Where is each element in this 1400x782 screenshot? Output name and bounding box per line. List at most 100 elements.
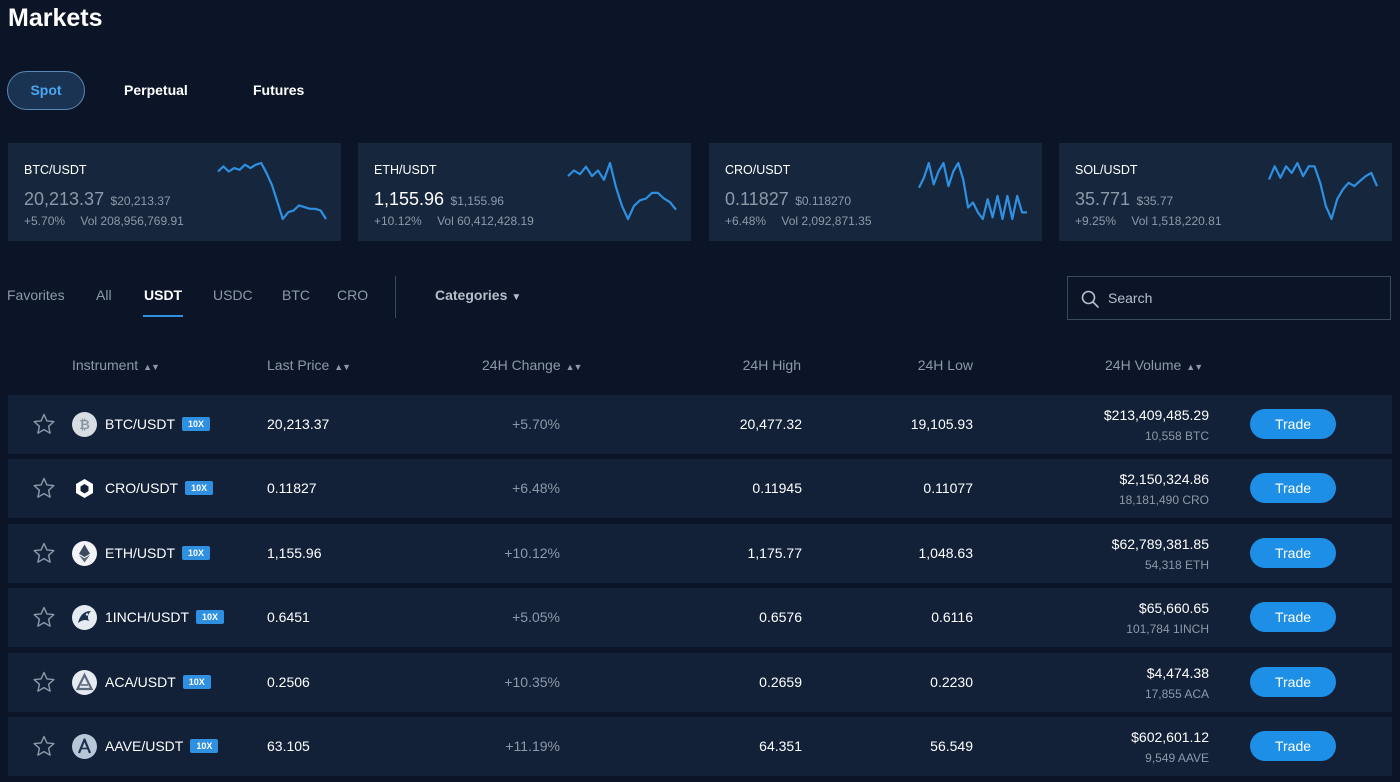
leverage-badge: 10X (182, 546, 211, 560)
sort-icon: ▲▼ (565, 362, 583, 372)
change-24h: +10.35% (504, 674, 560, 690)
leverage-badge: 10X (185, 481, 214, 495)
sparkline-path (567, 161, 677, 221)
instrument-name: ACA/USDT 10X (105, 674, 211, 690)
star-icon[interactable] (32, 412, 56, 436)
column-header-24h-low: 24H Low (917, 357, 973, 373)
instrument-label: ACA/USDT (105, 674, 176, 690)
low-24h: 19,105.93 (910, 416, 973, 432)
filter-tab-usdc[interactable]: USDC (213, 287, 253, 303)
ticker-stats: +9.25% Vol 1,518,220.81 (1075, 214, 1222, 228)
cronos-icon (72, 476, 97, 501)
filter-tab-all[interactable]: All (96, 287, 112, 303)
instrument-label: AAVE/USDT (105, 738, 184, 754)
trade-button[interactable]: Trade (1250, 731, 1336, 761)
high-24h: 20,477.32 (739, 416, 802, 432)
column-header-last-price[interactable]: Last Price ▲▼ (267, 357, 351, 373)
search-box[interactable] (1067, 276, 1391, 320)
ticker-volume-label: Vol (781, 214, 799, 228)
instrument-label: 1INCH/USDT (105, 609, 190, 625)
header-label: Instrument (72, 357, 139, 373)
ticker-price: 1,155.96 (374, 189, 445, 209)
last-price: 0.2506 (267, 674, 310, 690)
star-icon[interactable] (32, 476, 56, 500)
tab-futures[interactable]: Futures (253, 71, 304, 110)
ticker-card-sol[interactable]: SOL/USDT 35.771 $35.77 +9.25% Vol 1,518,… (1059, 143, 1392, 241)
tab-spot[interactable]: Spot (7, 71, 85, 110)
header-label: Last Price (267, 357, 330, 373)
svg-text:₿: ₿ (79, 418, 90, 433)
column-header-24h-high: 24H High (742, 357, 801, 373)
change-24h: +5.70% (512, 416, 560, 432)
ticker-change: +9.25% (1075, 214, 1117, 228)
ticker-volume: 208,956,769.91 (100, 214, 184, 228)
ticker-price-row: 20,213.37 $20,213.37 (24, 189, 171, 210)
ticker-pair: BTC/USDT (24, 163, 87, 177)
star-icon[interactable] (32, 541, 56, 565)
column-header-24h-volume[interactable]: 24H Volume ▲▼ (1105, 357, 1203, 373)
volume-usd: $65,660.65 (1138, 600, 1209, 616)
star-icon[interactable] (32, 605, 56, 629)
low-24h: 0.11077 (923, 480, 973, 496)
instrument-label: BTC/USDT (105, 416, 175, 432)
volume-usd: $213,409,485.29 (1103, 407, 1209, 423)
instrument-name: BTC/USDT 10X (105, 416, 211, 432)
ticker-price-row: 35.771 $35.77 (1075, 189, 1173, 210)
volume-base: 10,558 BTC (1144, 429, 1209, 443)
trade-button[interactable]: Trade (1250, 602, 1336, 632)
search-input[interactable] (1108, 277, 1378, 319)
trade-button[interactable]: Trade (1250, 538, 1336, 568)
ticker-price: 20,213.37 (24, 189, 105, 209)
volume-base: 9,549 AAVE (1145, 751, 1209, 765)
ticker-pair: CRO/USDT (725, 163, 791, 177)
column-header-24h-change[interactable]: 24H Change ▲▼ (482, 357, 583, 373)
sparkline-path (918, 161, 1027, 221)
instrument-name: 1INCH/USDT 10X (105, 609, 225, 625)
tab-perpetual[interactable]: Perpetual (124, 71, 188, 110)
ticker-volume-label: Vol (1131, 214, 1149, 228)
instrument-name: ETH/USDT 10X (105, 545, 211, 561)
ticker-volume: 60,412,428.19 (457, 214, 534, 228)
page-title: Markets (8, 4, 103, 32)
column-header-instrument[interactable]: Instrument ▲▼ (72, 357, 160, 373)
instrument-label: ETH/USDT (105, 545, 175, 561)
volume-usd: $4,474.38 (1146, 665, 1209, 681)
table-row[interactable]: ETH/USDT 10X 1,155.96 +10.12% 1,175.77 1,… (8, 524, 1392, 583)
instrument-label: CRO/USDT (105, 480, 179, 496)
ticker-card-eth[interactable]: ETH/USDT 1,155.96 $1,155.96 +10.12% Vol … (358, 143, 691, 241)
table-row[interactable]: 1INCH/USDT 10X 0.6451 +5.05% 0.6576 0.611… (8, 588, 1392, 647)
ticker-card-btc[interactable]: BTC/USDT 20,213.37 $20,213.37 +5.70% Vol… (8, 143, 341, 241)
table-row[interactable]: AAVE/USDT 10X 63.105 +11.19% 64.351 56.54… (8, 717, 1392, 776)
leverage-badge: 10X (182, 675, 211, 689)
filter-tab-cro[interactable]: CRO (337, 287, 368, 303)
filter-tab-usdt[interactable]: USDT (144, 287, 182, 303)
filter-tab-btc[interactable]: BTC (282, 287, 310, 303)
table-row[interactable]: ₿ BTC/USDT 10X 20,213.37 +5.70% 20,477.32… (8, 395, 1392, 454)
trade-button[interactable]: Trade (1250, 473, 1336, 503)
trade-button[interactable]: Trade (1250, 409, 1336, 439)
trade-button[interactable]: Trade (1250, 667, 1336, 697)
table-row[interactable]: ACA/USDT 10X 0.2506 +10.35% 0.2659 0.2230… (8, 653, 1392, 712)
high-24h: 64.351 (759, 738, 802, 754)
instrument-name: CRO/USDT 10X (105, 480, 214, 496)
high-24h: 0.6576 (759, 609, 802, 625)
ticker-volume-label: Vol (437, 214, 454, 228)
volume-base: 101,784 1INCH (1126, 622, 1209, 636)
volume-usd: $602,601.12 (1131, 729, 1209, 745)
last-price: 63.105 (267, 738, 310, 754)
table-row[interactable]: CRO/USDT 10X 0.11827 +6.48% 0.11945 0.110… (8, 459, 1392, 518)
bitcoin-icon: ₿ (72, 412, 97, 437)
filter-tab-favorites[interactable]: Favorites (7, 287, 65, 303)
active-tab-underline (143, 315, 183, 317)
sort-icon: ▲▼ (334, 362, 351, 372)
high-24h: 0.11945 (752, 480, 802, 496)
categories-label: Categories (435, 287, 508, 303)
instrument-name: AAVE/USDT 10X (105, 738, 219, 754)
categories-dropdown[interactable]: Categories ▼ (435, 287, 521, 303)
star-icon[interactable] (32, 670, 56, 694)
filter-divider (395, 276, 396, 318)
ticker-card-cro[interactable]: CRO/USDT 0.11827 $0.118270 +6.48% Vol 2,… (709, 143, 1042, 241)
volume-base: 18,181,490 CRO (1118, 493, 1209, 507)
change-24h: +6.48% (512, 480, 560, 496)
star-icon[interactable] (32, 734, 56, 758)
